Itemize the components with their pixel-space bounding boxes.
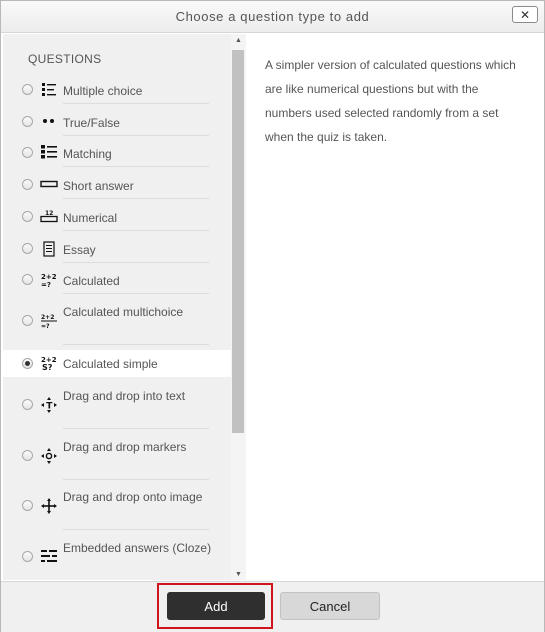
option-drag-drop-text[interactable]: T Drag and drop into text: [3, 384, 231, 429]
numerical-icon: 12: [40, 209, 58, 225]
radio-multiple-choice[interactable]: [22, 84, 33, 95]
divider: [63, 198, 209, 199]
radio-true-false[interactable]: [22, 116, 33, 127]
radio-matching[interactable]: [22, 147, 33, 158]
option-calculated-multichoice[interactable]: 2+2 =? Calculated multichoice: [3, 300, 231, 345]
option-label: Drag and drop into text: [63, 389, 186, 403]
matching-icon: [40, 145, 58, 161]
option-numerical[interactable]: 12 Numerical: [3, 206, 231, 231]
option-calculated-simple[interactable]: 2+2 S? Calculated simple: [3, 350, 231, 377]
divider: [63, 135, 209, 136]
radio-calculated-simple[interactable]: [22, 358, 33, 369]
radio-short-answer[interactable]: [22, 179, 33, 190]
dialog-titlebar: Choose a question type to add ✕: [1, 1, 544, 33]
option-drag-drop-image[interactable]: Drag and drop onto image: [3, 485, 231, 530]
radio-essay[interactable]: [22, 243, 33, 254]
option-label: Calculated multichoice: [63, 305, 184, 319]
option-label: Essay: [63, 243, 96, 257]
scroll-down-arrow-icon[interactable]: ▼: [235, 571, 242, 578]
option-label: Numerical: [63, 211, 118, 225]
divider: [63, 428, 209, 429]
question-type-dialog: Choose a question type to add ✕ QUESTION…: [0, 0, 545, 632]
option-multiple-choice[interactable]: Multiple choice: [3, 79, 231, 104]
option-label: True/False: [63, 116, 120, 130]
divider: [63, 230, 209, 231]
option-label: Short answer: [63, 179, 134, 193]
radio-numerical[interactable]: [22, 211, 33, 222]
embedded-answers-icon: [40, 549, 58, 565]
option-label: Drag and drop markers: [63, 440, 187, 454]
option-essay[interactable]: Essay: [3, 238, 231, 263]
calculated-icon: 2+2 =?: [40, 272, 58, 288]
dialog-title: Choose a question type to add: [175, 9, 370, 24]
option-short-answer[interactable]: Short answer: [3, 174, 231, 199]
svg-text:2+2: 2+2: [41, 273, 57, 281]
option-label: Calculated: [63, 274, 120, 288]
option-calculated[interactable]: 2+2 =? Calculated: [3, 269, 231, 294]
question-options-list: QUESTIONS Multiple choice True/False Mat…: [3, 34, 231, 580]
divider: [63, 166, 209, 167]
divider: [63, 103, 209, 104]
radio-embedded-answers[interactable]: [22, 551, 33, 562]
option-true-false[interactable]: True/False: [3, 111, 231, 136]
divider: [63, 262, 209, 263]
divider: [63, 293, 209, 294]
divider: [63, 529, 209, 530]
option-label: Matching: [63, 147, 112, 161]
drag-drop-text-icon: T: [40, 397, 58, 413]
option-label: Calculated simple: [63, 357, 158, 371]
scroll-up-arrow-icon[interactable]: ▲: [235, 37, 242, 44]
drag-drop-markers-icon: [40, 448, 58, 464]
essay-icon: [40, 241, 58, 257]
scrollbar-thumb[interactable]: [232, 50, 244, 433]
svg-text:T: T: [46, 402, 53, 412]
calculated-multichoice-icon: 2+2 =?: [40, 313, 58, 329]
option-matching[interactable]: Matching: [3, 142, 231, 167]
close-icon: ✕: [519, 7, 531, 22]
radio-calculated-multichoice[interactable]: [22, 315, 33, 326]
option-drag-drop-markers[interactable]: Drag and drop markers: [3, 435, 231, 480]
multiple-choice-icon: [40, 82, 58, 98]
divider: [63, 479, 209, 480]
true-false-icon: [40, 114, 58, 130]
option-label: Drag and drop onto image: [63, 490, 203, 504]
radio-calculated[interactable]: [22, 274, 33, 285]
close-button[interactable]: ✕: [512, 6, 538, 23]
radio-drag-drop-image[interactable]: [22, 500, 33, 511]
calculated-simple-icon: 2+2 S?: [40, 355, 58, 371]
option-label: Multiple choice: [63, 84, 143, 98]
options-scrollbar[interactable]: ▲ ▼: [231, 34, 246, 580]
svg-text:S?: S?: [42, 363, 53, 371]
divider: [63, 344, 209, 345]
add-button[interactable]: Add: [167, 592, 265, 620]
radio-drag-drop-text[interactable]: [22, 399, 33, 410]
svg-text:2+2: 2+2: [41, 314, 54, 321]
drag-drop-image-icon: [40, 498, 58, 514]
svg-text:=?: =?: [41, 323, 50, 329]
radio-drag-drop-markers[interactable]: [22, 450, 33, 461]
section-label-questions: QUESTIONS: [28, 52, 102, 66]
short-answer-icon: [40, 177, 58, 193]
option-label: Embedded answers (Cloze): [63, 541, 212, 555]
cancel-button[interactable]: Cancel: [280, 592, 380, 620]
svg-text:=?: =?: [41, 281, 51, 288]
option-embedded-answers[interactable]: Embedded answers (Cloze): [3, 536, 231, 580]
question-type-description: A simpler version of calculated question…: [265, 58, 516, 144]
